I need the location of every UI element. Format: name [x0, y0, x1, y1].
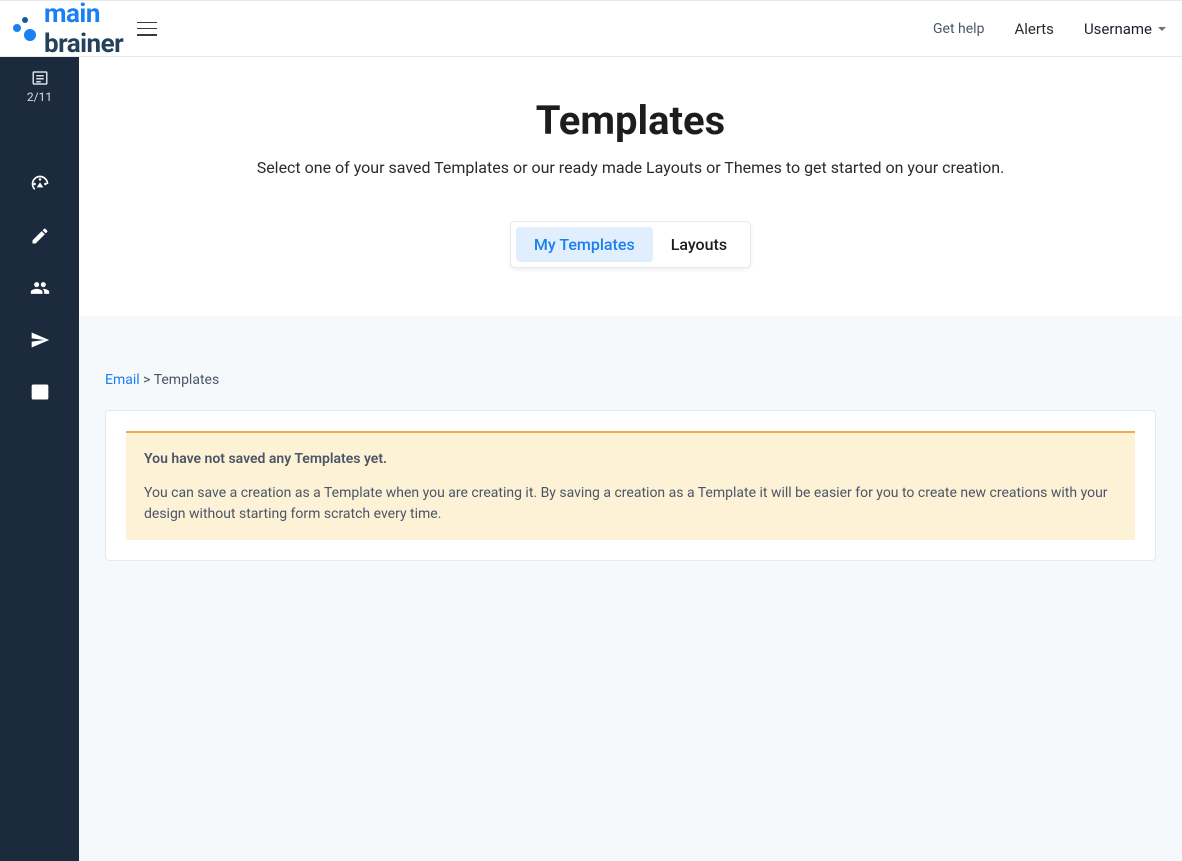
- step-label: 2/11: [27, 90, 52, 104]
- topbar: mainbrainer Get help Alerts Username: [0, 0, 1182, 57]
- template-tabs: My Templates Layouts: [510, 221, 751, 268]
- templates-card: You have not saved any Templates yet. Yo…: [105, 410, 1156, 561]
- nav-edit[interactable]: [0, 210, 79, 262]
- page-title: Templates: [99, 97, 1162, 144]
- dashboard-icon: [30, 174, 50, 194]
- alert-body: You can save a creation as a Template wh…: [144, 483, 1117, 526]
- main-area: Templates Select one of your saved Templ…: [79, 57, 1182, 861]
- content: Email > Templates You have not saved any…: [79, 316, 1182, 861]
- alerts-link[interactable]: Alerts: [1014, 20, 1054, 38]
- topbar-right: Get help Alerts Username: [933, 20, 1166, 38]
- sidebar: 2/11: [0, 57, 79, 861]
- username-menu[interactable]: Username: [1084, 20, 1166, 38]
- username-label: Username: [1084, 20, 1152, 38]
- tab-my-templates[interactable]: My Templates: [516, 227, 653, 262]
- pencil-icon: [30, 226, 50, 246]
- tab-layouts[interactable]: Layouts: [653, 227, 745, 262]
- logo-icon: [10, 17, 38, 41]
- people-icon: [30, 278, 50, 298]
- nav-reports[interactable]: [0, 366, 79, 418]
- alert-title: You have not saved any Templates yet.: [144, 451, 387, 467]
- empty-state-alert: You have not saved any Templates yet. Yo…: [126, 431, 1135, 540]
- chevron-down-icon: [1158, 27, 1166, 31]
- menu-toggle-icon[interactable]: [137, 22, 157, 36]
- nav-send[interactable]: [0, 314, 79, 366]
- breadcrumb-root-link[interactable]: Email: [105, 372, 140, 388]
- list-icon: [30, 69, 50, 87]
- step-indicator[interactable]: 2/11: [27, 69, 52, 104]
- hero: Templates Select one of your saved Templ…: [79, 57, 1182, 316]
- page-subtitle: Select one of your saved Templates or ou…: [99, 158, 1162, 177]
- nav-dashboard[interactable]: [0, 158, 79, 210]
- nav-contacts[interactable]: [0, 262, 79, 314]
- topbar-left: mainbrainer: [10, 0, 157, 59]
- breadcrumb: Email > Templates: [105, 372, 1156, 388]
- logo-text: mainbrainer: [44, 0, 123, 59]
- logo[interactable]: mainbrainer: [10, 0, 123, 59]
- send-icon: [30, 330, 50, 350]
- chart-icon: [30, 382, 50, 402]
- get-help-link[interactable]: Get help: [933, 21, 984, 37]
